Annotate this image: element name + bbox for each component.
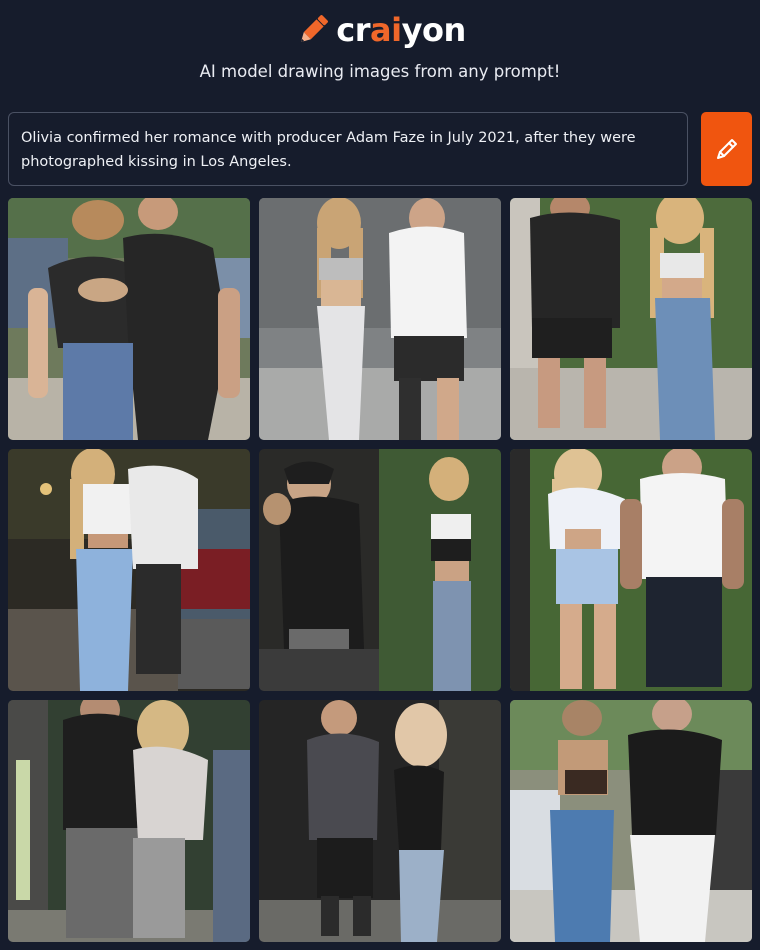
result-image-7[interactable] — [8, 700, 250, 942]
result-image-6[interactable] — [510, 449, 752, 691]
header: craiyon AI model drawing images from any… — [0, 0, 760, 110]
pencil-icon — [716, 139, 737, 159]
result-image-1[interactable] — [8, 198, 250, 440]
draw-button[interactable] — [701, 112, 752, 186]
result-image-8[interactable] — [259, 700, 501, 942]
prompt-input[interactable]: Olivia confirmed her romance with produc… — [8, 112, 688, 186]
tagline: AI model drawing images from any prompt! — [199, 62, 561, 81]
result-image-3[interactable] — [510, 198, 752, 440]
result-image-9[interactable] — [510, 700, 752, 942]
result-image-2[interactable] — [259, 198, 501, 440]
brand-name: craiyon — [336, 11, 466, 49]
logo[interactable]: craiyon — [0, 10, 760, 50]
result-image-5[interactable] — [259, 449, 501, 691]
result-image-4[interactable] — [8, 449, 250, 691]
results-grid — [8, 198, 752, 942]
pencil-icon — [301, 15, 329, 43]
